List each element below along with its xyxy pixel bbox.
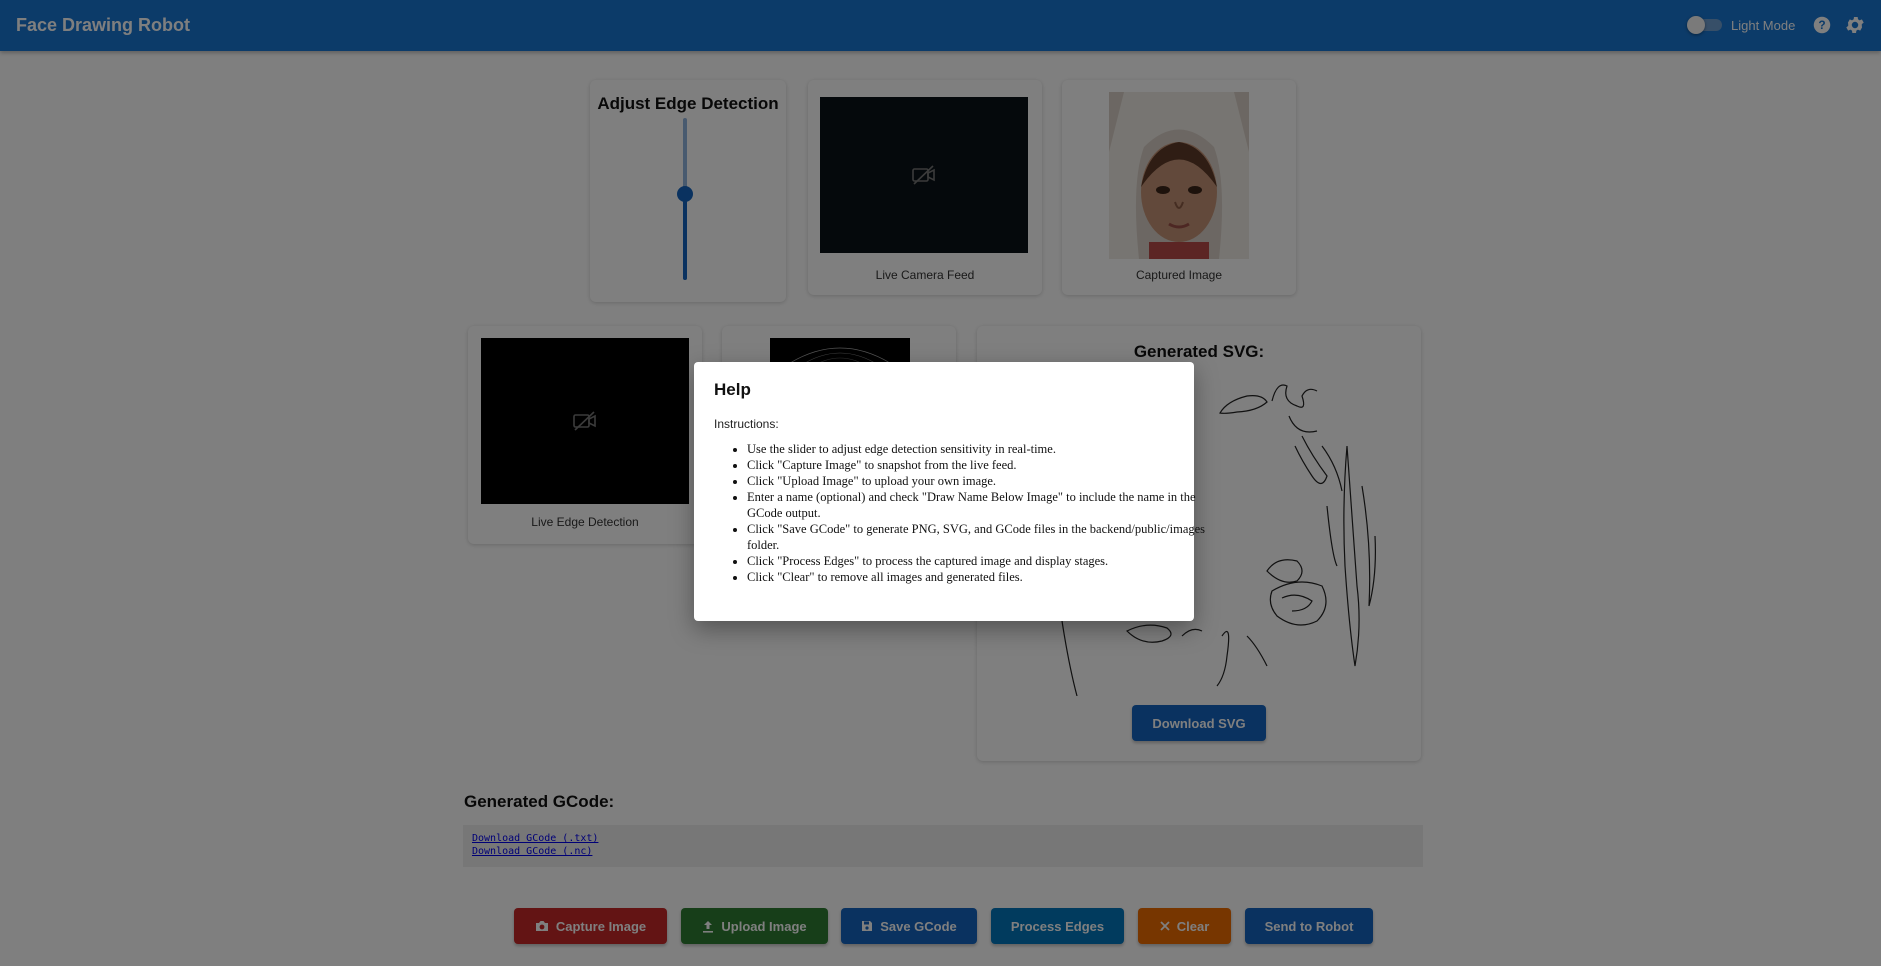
help-item: Use the slider to adjust edge detection …: [747, 441, 1207, 457]
help-item: Enter a name (optional) and check "Draw …: [747, 489, 1207, 521]
help-dialog-subtitle: Instructions:: [714, 417, 779, 431]
help-item: Click "Process Edges" to process the cap…: [747, 553, 1207, 569]
help-item: Click "Capture Image" to snapshot from t…: [747, 457, 1207, 473]
help-item: Click "Upload Image" to upload your own …: [747, 473, 1207, 489]
help-item: Click "Save GCode" to generate PNG, SVG,…: [747, 521, 1207, 553]
help-dialog-title: Help: [714, 380, 751, 399]
help-dialog: Help Instructions: Use the slider to adj…: [694, 362, 1205, 621]
help-instructions-list: Use the slider to adjust edge detection …: [714, 441, 1207, 585]
help-item: Click "Clear" to remove all images and g…: [747, 569, 1207, 585]
